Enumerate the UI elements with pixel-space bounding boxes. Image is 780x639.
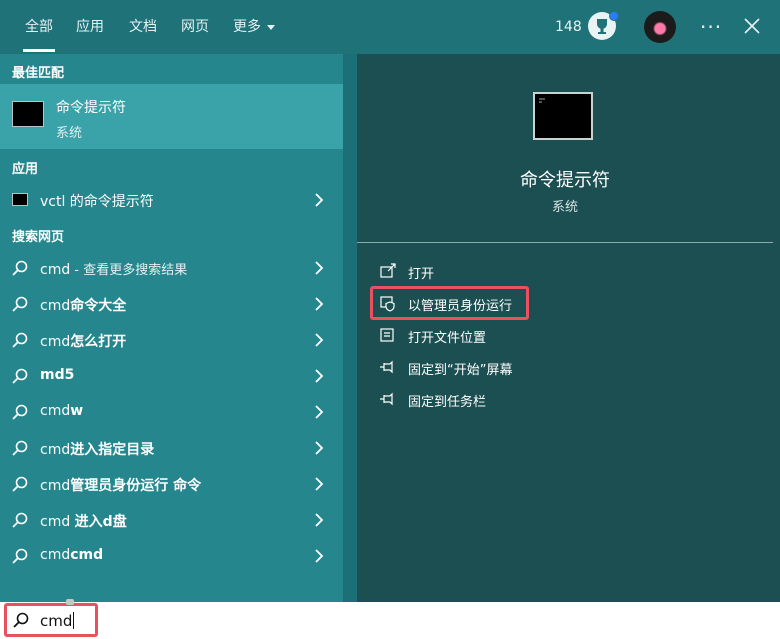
reward-points: 148 (555, 19, 582, 35)
search-box-highlight (4, 603, 98, 637)
tab-web[interactable]: 网页 (181, 0, 209, 54)
search-header: 全部 应用 文档 网页 更多 148 ··· (0, 0, 780, 54)
web-result-item[interactable]: cmdw (0, 394, 343, 430)
web-result-label: md5 (40, 367, 75, 383)
web-result-label: cmdcmd (40, 547, 104, 563)
web-result-item[interactable]: cmd命令大全 (0, 286, 343, 322)
search-icon (12, 476, 28, 492)
web-result-label: cmd - 查看更多搜索结果 (40, 262, 188, 278)
more-options-icon[interactable]: ··· (700, 0, 722, 54)
tab-documents[interactable]: 文档 (129, 0, 157, 54)
rewards-icon[interactable] (588, 11, 619, 40)
web-result-item[interactable]: cmd进入指定目录 (0, 430, 343, 466)
chevron-right-icon (315, 261, 324, 275)
web-result-label: cmd命令大全 (40, 298, 127, 314)
chevron-right-icon (315, 441, 324, 455)
pin-icon (380, 392, 393, 406)
app-result-item[interactable]: vctl 的命令提示符 (0, 182, 343, 218)
search-icon (12, 368, 28, 384)
chevron-right-icon (315, 193, 324, 207)
chevron-right-icon (315, 477, 324, 491)
web-result-label: cmd怎么打开 (40, 334, 127, 350)
notification-dot (609, 11, 619, 21)
web-result-item[interactable]: cmd怎么打开 (0, 322, 343, 358)
apps-heading: 应用 (12, 162, 39, 177)
tab-apps[interactable]: 应用 (76, 0, 104, 54)
web-result-item[interactable]: cmd 进入d盘 (0, 502, 343, 538)
chevron-right-icon (315, 549, 324, 563)
chevron-down-icon (267, 24, 275, 30)
preview-panel: 命令提示符 系统 打开 以管理员身份运行 打开文件位置 固定到“开始”屏幕 固定… (357, 54, 780, 602)
search-icon (12, 260, 28, 276)
search-icon (12, 296, 28, 312)
search-icon (12, 512, 28, 528)
avatar[interactable] (644, 11, 676, 43)
best-match-subtitle: 系统 (56, 126, 83, 141)
web-result-label: cmd 进入d盘 (40, 514, 127, 530)
search-icon (12, 404, 28, 420)
command-prompt-icon (533, 92, 593, 140)
tab-all[interactable]: 全部 (23, 0, 55, 54)
chevron-right-icon (315, 297, 324, 311)
web-result-item[interactable]: cmd - 查看更多搜索结果 (0, 250, 343, 286)
chevron-right-icon (315, 333, 324, 347)
pin-icon (380, 360, 393, 374)
best-match-item[interactable]: 命令提示符 系统 (0, 84, 343, 149)
close-icon[interactable] (743, 17, 761, 35)
web-result-label: cmd进入指定目录 (40, 442, 155, 458)
best-match-heading: 最佳匹配 (12, 66, 65, 81)
web-result-item[interactable]: cmdcmd (0, 538, 343, 574)
best-match-title: 命令提示符 (56, 100, 126, 116)
scroll-thumb[interactable] (66, 599, 74, 605)
web-result-label: cmd管理员身份运行 命令 (40, 478, 202, 494)
preview-subtitle: 系统 (551, 200, 578, 215)
chevron-right-icon (315, 369, 324, 383)
web-heading: 搜索网页 (12, 230, 65, 245)
command-prompt-icon (12, 101, 44, 127)
run-as-admin-highlight (370, 286, 529, 320)
folder-icon (380, 328, 394, 342)
search-icon (12, 548, 28, 564)
web-result-item[interactable]: cmd管理员身份运行 命令 (0, 466, 343, 502)
search-icon (12, 440, 28, 456)
chevron-right-icon (315, 405, 324, 419)
preview-title: 命令提示符 (520, 170, 610, 191)
open-icon (380, 263, 396, 278)
chevron-right-icon (315, 513, 324, 527)
web-result-label: cmdw (40, 403, 84, 419)
web-result-item[interactable]: md5 (0, 358, 343, 394)
command-prompt-icon (12, 193, 28, 206)
tab-more[interactable]: 更多 (233, 0, 275, 54)
search-box[interactable]: cmd (0, 602, 780, 639)
divider (357, 242, 773, 243)
search-icon (12, 332, 28, 348)
